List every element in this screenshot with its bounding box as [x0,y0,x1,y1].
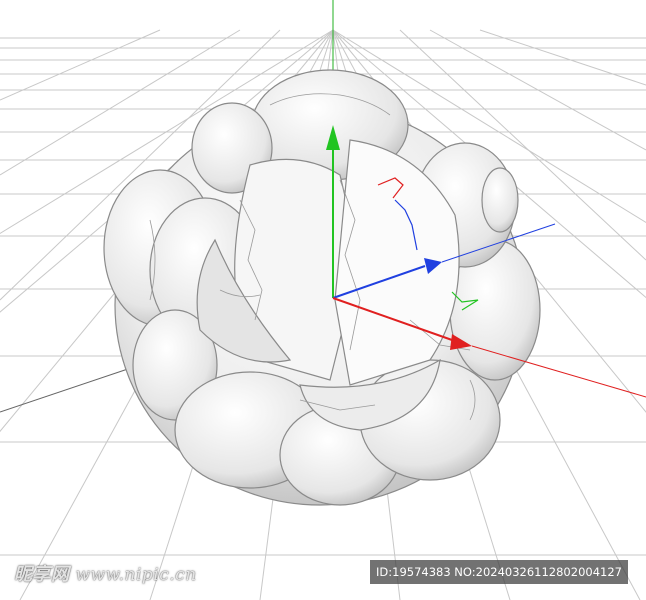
site-watermark: 昵享网 www.nipic.cn [14,560,197,586]
3d-viewport[interactable]: 昵享网 www.nipic.cn ID:19574383 NO:202403261… [0,0,646,600]
watermark-site: www.nipic.cn [75,565,197,585]
watermark-brand: 昵享网 [14,564,70,585]
rock-cluster-mesh[interactable] [103,69,541,506]
viewport-canvas[interactable] [0,0,646,600]
image-id-badge: ID:19574383 NO:20240326112802004127 [370,560,628,584]
